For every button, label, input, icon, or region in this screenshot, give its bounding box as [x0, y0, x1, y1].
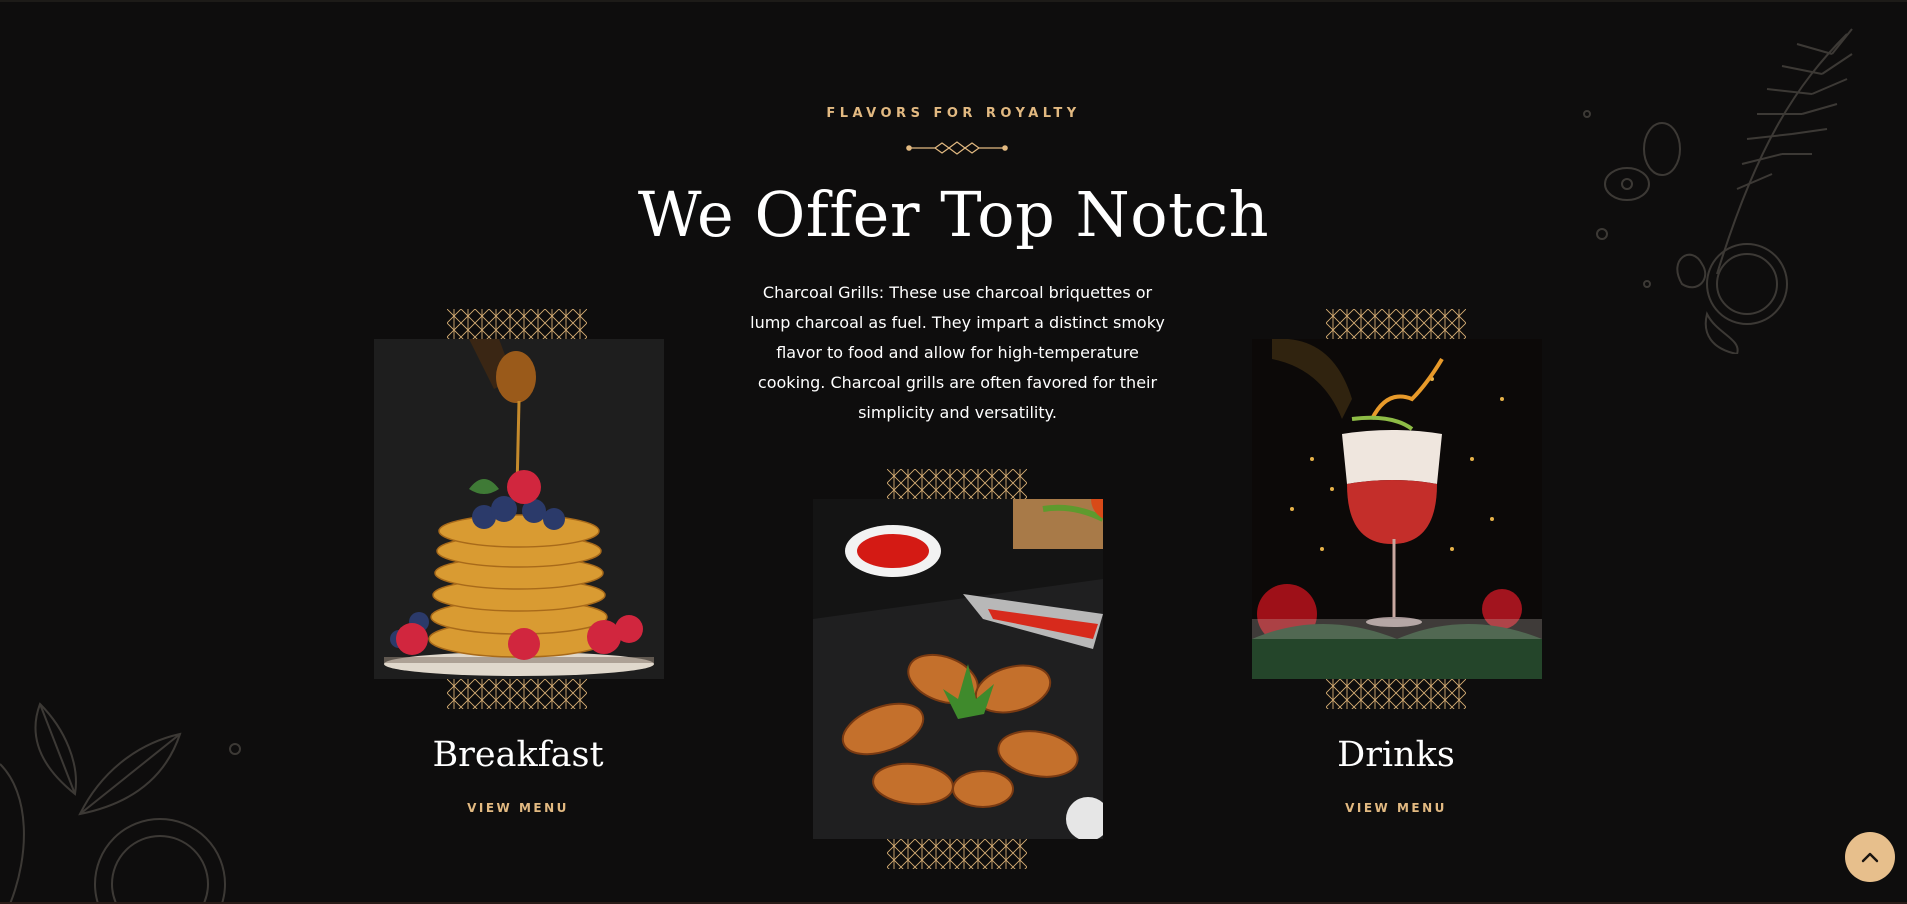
diamond-ornament-icon	[906, 141, 1008, 155]
pancakes-with-honey-photo[interactable]	[374, 339, 664, 679]
section-title: We Offer Top Notch	[637, 178, 1270, 251]
chevron-up-icon	[1861, 852, 1879, 863]
grilled-chicken-wings-photo[interactable]	[813, 499, 1103, 839]
section-description: Charcoal Grills: These use charcoal briq…	[750, 283, 1165, 422]
section-subtitle: FLAVORS FOR ROYALTY	[826, 106, 1081, 121]
card-title-drinks: Drinks	[1337, 735, 1455, 775]
view-menu-link-drinks[interactable]: VIEW MENU	[1246, 801, 1546, 815]
card-pattern-bottom	[447, 679, 587, 709]
card-pattern-bottom	[1326, 679, 1466, 709]
red-cocktail-photo[interactable]	[1252, 339, 1542, 679]
card-pattern-top	[1326, 309, 1466, 339]
card-pattern-bottom	[887, 839, 1027, 869]
leaf-line-art-decoration	[0, 702, 241, 904]
card-pattern-top	[447, 309, 587, 339]
top-edge-strip	[0, 0, 1907, 2]
back-to-top-button[interactable]	[1845, 832, 1895, 882]
card-title-breakfast: Breakfast	[432, 735, 604, 775]
view-menu-link-breakfast[interactable]: VIEW MENU	[368, 801, 668, 815]
card-pattern-top	[887, 469, 1027, 499]
